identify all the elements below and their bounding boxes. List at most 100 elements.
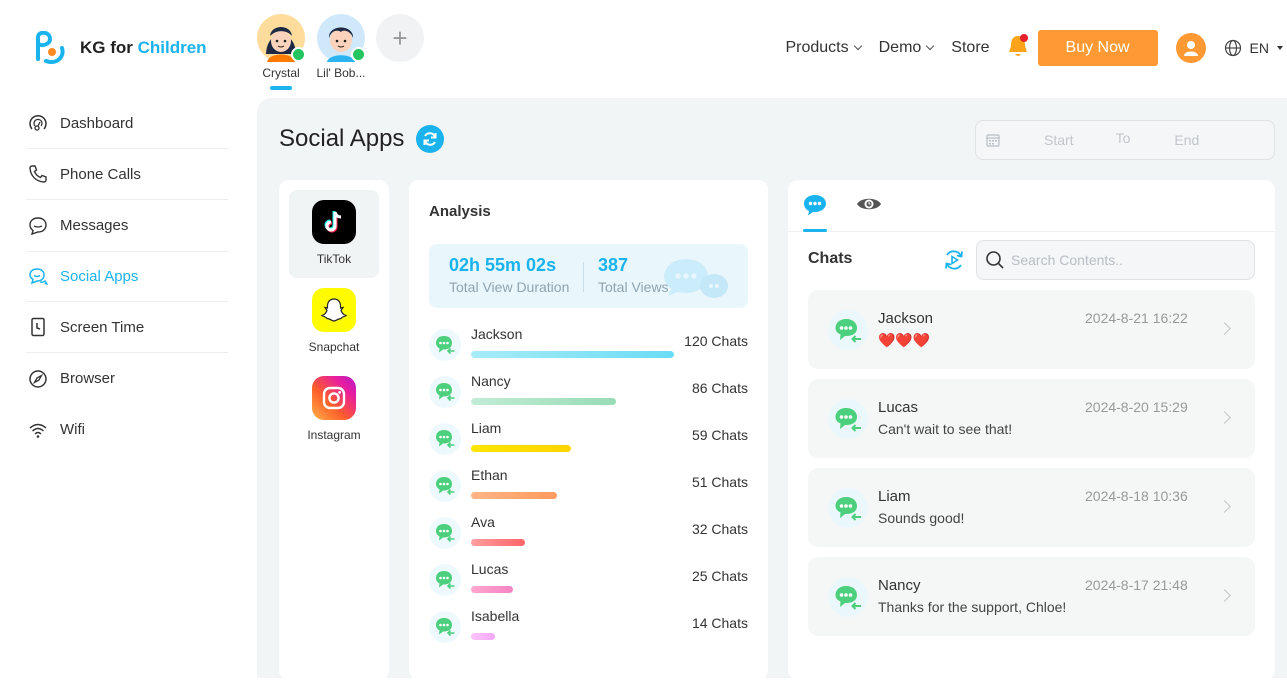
- sidebar-item-dashboard[interactable]: Dashboard: [26, 98, 228, 149]
- add-child-button[interactable]: +: [376, 14, 424, 62]
- chat-list-item[interactable]: Lucas Can't wait to see that! 2024-8-20 15…: [808, 379, 1255, 458]
- snapchat-icon: [312, 288, 356, 332]
- incoming-chat-icon: [429, 376, 461, 408]
- chevron-down-icon: [926, 41, 935, 51]
- chat-count: 59 Chats: [691, 427, 748, 443]
- sidebar-item-wifi[interactable]: Wifi: [26, 404, 228, 455]
- chat-list: Jackson ❤️❤️❤️ 2024-8-21 16:22 Lucas Can't w…: [808, 290, 1255, 646]
- sidebar-item-screen-time[interactable]: Screen Time: [26, 302, 228, 353]
- page-header: Social Apps: [279, 125, 445, 153]
- chat-last-message: Thanks for the support, Chloe!: [878, 599, 1067, 615]
- app-list: TikTok Snapchat Instagram: [279, 180, 389, 680]
- search-icon: [986, 251, 1004, 269]
- language-selector[interactable]: EN: [1224, 39, 1283, 57]
- top-nav: Products Demo Store Buy Now EN: [785, 30, 1287, 66]
- chat-tabs: [788, 180, 1275, 232]
- chat-count-bar: [471, 586, 513, 593]
- chat-timestamp: 2024-8-20 15:29: [1085, 399, 1188, 415]
- child-name: Lil' Bob...: [316, 66, 366, 80]
- chat-ranking-list: Jackson 120 Chats Nancy 86 Chats Liam 59 Chat…: [429, 326, 748, 655]
- search-input[interactable]: [1011, 252, 1231, 268]
- incoming-chat-icon: [828, 399, 868, 439]
- contact-name: Jackson: [471, 326, 523, 342]
- globe-icon: [1224, 39, 1241, 57]
- ranking-row[interactable]: Isabella 14 Chats: [429, 608, 748, 655]
- social-apps-icon: [29, 267, 48, 285]
- chat-count: 86 Chats: [691, 380, 748, 396]
- sidebar-item-label: Phone Calls: [60, 165, 141, 183]
- chevron-right-icon[interactable]: [1218, 500, 1231, 513]
- chat-list-item[interactable]: Nancy Thanks for the support, Chloe! 2024-…: [808, 557, 1255, 636]
- sidebar-item-messages[interactable]: Messages: [26, 200, 228, 251]
- page-title: Social Apps: [279, 125, 405, 152]
- chevron-right-icon[interactable]: [1218, 589, 1231, 602]
- chats-panel: Chats Jackson ❤️❤️❤️ 2024-8-21 16:22 Lucas C…: [788, 180, 1275, 680]
- contact-name: Ethan: [471, 467, 508, 483]
- end-date-input[interactable]: End: [1174, 132, 1199, 148]
- sidebar-item-label: Social Apps: [60, 268, 139, 285]
- header: KG for Children Crystal Lil' Bob... + Pr…: [0, 0, 1287, 98]
- chat-count-bar: [471, 633, 495, 640]
- analysis-panel: Analysis 02h 55m 02s Total View Duration…: [409, 180, 768, 680]
- nav-demo[interactable]: Demo: [879, 39, 935, 57]
- app-label: Snapchat: [308, 340, 360, 354]
- notification-bell-icon[interactable]: [1006, 33, 1030, 64]
- chat-list-item[interactable]: Liam Sounds good! 2024-8-18 10:36: [808, 468, 1255, 547]
- logo[interactable]: KG for Children: [32, 31, 207, 65]
- active-child-indicator: [270, 86, 292, 90]
- tab-chats[interactable]: [803, 194, 827, 221]
- ranking-row[interactable]: Ava 32 Chats: [429, 514, 748, 561]
- total-views-stat: 387 Total Views: [598, 255, 669, 295]
- contact-name: Liam: [471, 420, 502, 436]
- sync-chats-button[interactable]: [942, 248, 966, 277]
- incoming-chat-icon: [828, 488, 868, 528]
- logo-icon: [36, 31, 65, 64]
- refresh-button[interactable]: [416, 125, 445, 153]
- online-indicator: [291, 47, 306, 62]
- dashboard-icon: [29, 114, 47, 131]
- sidebar-item-phone-calls[interactable]: Phone Calls: [26, 149, 228, 200]
- child-profile-bob[interactable]: Lil' Bob...: [316, 14, 366, 90]
- app-instagram[interactable]: Instagram: [289, 366, 379, 454]
- chat-list-item[interactable]: Jackson ❤️❤️❤️ 2024-8-21 16:22: [808, 290, 1255, 369]
- app-tiktok[interactable]: TikTok: [289, 190, 379, 278]
- wifi-icon: [29, 423, 47, 438]
- calendar-icon: [986, 134, 1000, 147]
- date-range-separator: To: [1115, 130, 1131, 146]
- chat-count-bar: [471, 351, 674, 358]
- tiktok-icon: [312, 200, 356, 244]
- chevron-right-icon[interactable]: [1218, 411, 1231, 424]
- nav-store-label: Store: [951, 39, 990, 56]
- chat-count-bar: [471, 492, 557, 499]
- chat-count: 14 Chats: [691, 615, 748, 631]
- ranking-row[interactable]: Lucas 25 Chats: [429, 561, 748, 608]
- incoming-chat-icon: [429, 329, 461, 361]
- chat-contact-name: Lucas: [878, 399, 919, 416]
- date-range-picker[interactable]: Start To End: [975, 120, 1275, 160]
- sidebar-item-browser[interactable]: Browser: [26, 353, 228, 404]
- ranking-row[interactable]: Nancy 86 Chats: [429, 373, 748, 420]
- tab-views[interactable]: [856, 196, 882, 217]
- ranking-row[interactable]: Liam 59 Chats: [429, 420, 748, 467]
- nav-products[interactable]: Products: [785, 39, 862, 57]
- contact-name: Nancy: [471, 373, 511, 389]
- chevron-down-icon: [853, 41, 862, 51]
- ranking-row[interactable]: Jackson 120 Chats: [429, 326, 748, 373]
- user-account-icon[interactable]: [1175, 33, 1206, 63]
- analysis-title: Analysis: [429, 203, 491, 220]
- app-snapchat[interactable]: Snapchat: [289, 278, 379, 366]
- chat-count: 51 Chats: [691, 474, 748, 490]
- nav-store[interactable]: Store: [951, 39, 989, 57]
- sidebar: Dashboard Phone Calls Messages Social Ap…: [26, 98, 228, 455]
- app-label: Instagram: [307, 428, 361, 442]
- caret-down-icon: [1277, 46, 1283, 50]
- instagram-icon: [312, 376, 356, 420]
- sidebar-item-label: Wifi: [60, 421, 85, 438]
- start-date-input[interactable]: Start: [1044, 132, 1074, 148]
- sidebar-item-social-apps[interactable]: Social Apps: [26, 251, 228, 302]
- child-profile-crystal[interactable]: Crystal: [256, 14, 306, 90]
- buy-now-button[interactable]: Buy Now: [1037, 30, 1158, 66]
- chevron-right-icon[interactable]: [1218, 322, 1231, 335]
- compass-icon: [29, 369, 47, 388]
- ranking-row[interactable]: Ethan 51 Chats: [429, 467, 748, 514]
